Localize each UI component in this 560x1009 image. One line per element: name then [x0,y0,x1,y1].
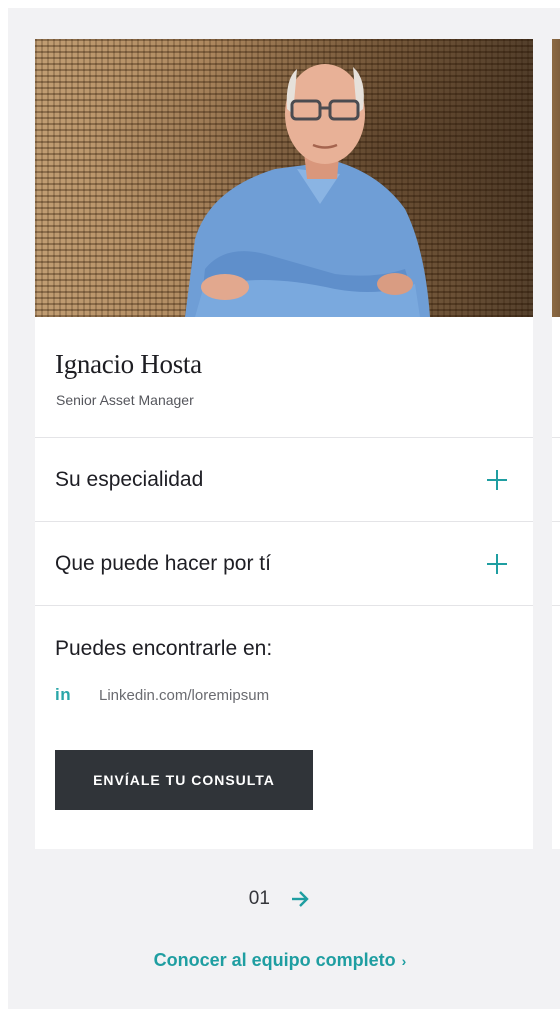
plus-icon[interactable] [485,468,509,492]
linkedin-link[interactable]: in Linkedin.com/loremipsum [55,684,269,706]
accordion-que-puede-hacer[interactable]: Que puede hacer por tí [35,522,533,605]
accordion-especialidad[interactable]: Su especialidad [35,438,533,521]
profile-photo [35,39,533,317]
divider [35,605,533,606]
arrow-right-icon[interactable] [289,888,311,910]
team-link-label: Conocer al equipo completo [153,950,396,970]
linkedin-icon: in [55,685,72,704]
plus-icon[interactable] [485,552,509,576]
view-full-team-link[interactable]: Conocer al equipo completo › [0,950,560,971]
contact-heading: Puedes encontrarle en: [55,637,273,660]
accordion-label: Que puede hacer por tí [55,552,271,575]
next-card-peek[interactable] [552,39,560,849]
member-name: Ignacio Hosta [55,349,202,379]
team-member-card: Ignacio Hosta Senior Asset Manager Su es… [35,39,533,849]
next-card-photo [552,39,560,317]
page-number: 01 [248,888,270,909]
chevron-right-icon: › [401,953,407,969]
member-role: Senior Asset Manager [56,392,194,408]
carousel-pager: 01 [0,888,560,910]
send-inquiry-button[interactable]: ENVÍALE TU CONSULTA [55,750,313,810]
linkedin-url[interactable]: Linkedin.com/loremipsum [99,687,269,704]
accordion-label: Su especialidad [55,468,204,491]
person-portrait-image [185,64,430,317]
